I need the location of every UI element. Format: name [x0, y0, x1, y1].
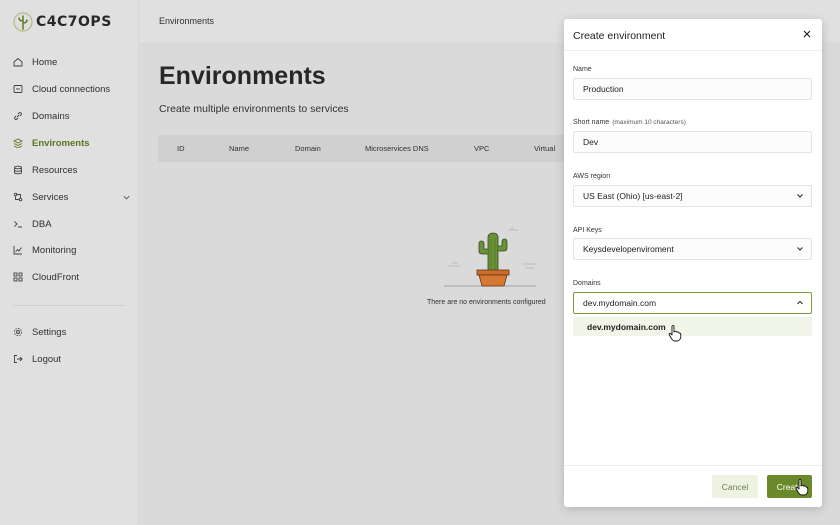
domains-option[interactable]: dev.mydomain.com	[573, 317, 812, 336]
short-name-input[interactable]: Dev	[573, 131, 812, 153]
name-value: Production	[583, 84, 624, 94]
chevron-down-icon	[795, 244, 805, 254]
dialog-title: Create environment	[573, 30, 666, 42]
dialog-header: Create environment	[564, 19, 822, 51]
short-name-value: Dev	[583, 137, 599, 147]
cancel-button[interactable]: Cancel	[712, 475, 758, 498]
domains-select[interactable]: dev.mydomain.com	[573, 292, 812, 314]
short-name-label-text: Short name	[573, 119, 610, 126]
dialog-footer: Cancel Create	[564, 465, 822, 507]
short-name-hint: (maximum 10 characters)	[612, 119, 686, 126]
aws-region-select[interactable]: US East (Ohio) [us-east-2]	[573, 185, 812, 207]
name-label: Name	[573, 66, 592, 73]
api-keys-select[interactable]: Keysdevelopenviroment	[573, 238, 812, 260]
aws-region-value: US East (Ohio) [us-east-2]	[583, 191, 683, 201]
api-keys-value: Keysdevelopenviroment	[583, 244, 674, 254]
short-name-label: Short name (maximum 10 characters)	[573, 119, 686, 126]
api-keys-label: API Keys	[573, 227, 602, 234]
aws-region-label: AWS region	[573, 173, 611, 180]
name-input[interactable]: Production	[573, 78, 812, 100]
chevron-up-icon	[795, 298, 805, 308]
create-environment-dialog: Create environment Name Production Short…	[564, 19, 822, 507]
domains-label: Domains	[573, 280, 601, 287]
chevron-down-icon	[795, 191, 805, 201]
domains-value: dev.mydomain.com	[583, 298, 657, 308]
close-icon[interactable]	[801, 28, 813, 40]
create-button[interactable]: Create	[767, 475, 812, 498]
